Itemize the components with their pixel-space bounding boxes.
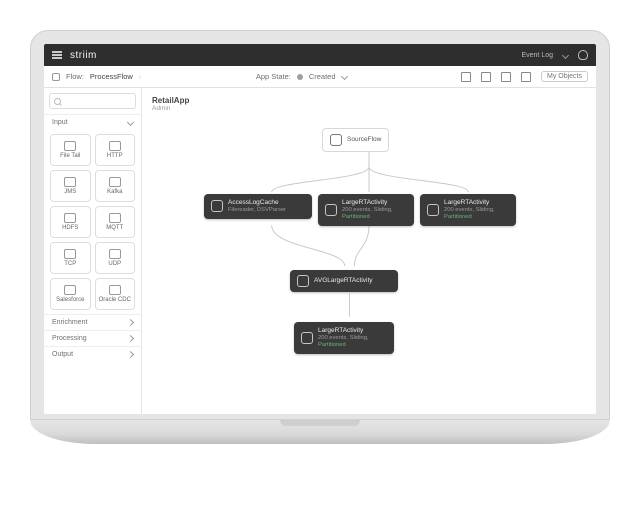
download-icon[interactable] <box>501 72 511 82</box>
flow-canvas[interactable]: RetailApp Admin <box>142 88 596 414</box>
component-salesforce[interactable]: Salesforce <box>50 278 91 310</box>
sidebar-section-output[interactable]: Output <box>44 346 141 362</box>
component-http[interactable]: HTTP <box>95 134 136 166</box>
search-input[interactable] <box>49 93 136 109</box>
chevron-right-icon <box>127 351 134 358</box>
topbar: striim Event Log <box>44 44 596 66</box>
settings-icon[interactable] <box>521 72 531 82</box>
menu-icon[interactable] <box>52 51 62 58</box>
window-icon <box>325 204 337 216</box>
bell-icon[interactable] <box>578 50 588 60</box>
window-icon <box>301 332 313 344</box>
app-owner: Admin <box>152 105 586 112</box>
laptop-base <box>30 420 610 444</box>
search-icon <box>54 98 61 105</box>
flow-name[interactable]: ProcessFlow <box>90 72 133 81</box>
udp-icon <box>109 249 121 259</box>
screen-bezel: striim Event Log Flow: ProcessFlow › App… <box>30 30 610 420</box>
node-avglargertactivity[interactable]: AVGLargeRTActivity <box>290 270 398 292</box>
chevron-right-icon <box>127 319 134 326</box>
sidebar-section-input[interactable]: Input <box>44 114 141 130</box>
component-grid: File Tail HTTP JMS Kafka HDFS MQTT TCP U… <box>44 130 141 314</box>
node-largertactivity-3[interactable]: LargeRTActivity 200 events, Sliding, Par… <box>294 322 394 354</box>
laptop-frame: striim Event Log Flow: ProcessFlow › App… <box>30 30 610 444</box>
component-tcp[interactable]: TCP <box>50 242 91 274</box>
component-filetail[interactable]: File Tail <box>50 134 91 166</box>
toolbar-icon-1[interactable] <box>461 72 471 82</box>
window-icon <box>427 204 439 216</box>
node-largertactivity-1[interactable]: LargeRTActivity 200 events, Sliding, Par… <box>318 194 414 226</box>
component-udp[interactable]: UDP <box>95 242 136 274</box>
component-hdfs[interactable]: HDFS <box>50 206 91 238</box>
chevron-right-icon <box>127 335 134 342</box>
app-screen: striim Event Log Flow: ProcessFlow › App… <box>44 44 596 414</box>
event-log-link[interactable]: Event Log <box>521 52 553 59</box>
flow-icon <box>52 73 60 81</box>
sidebar: Input File Tail HTTP JMS Kafka HDFS MQTT… <box>44 88 142 414</box>
toolbar-icon-2[interactable] <box>481 72 491 82</box>
kafka-icon <box>109 177 121 187</box>
flow-label: Flow: <box>66 72 84 81</box>
node-largertactivity-2[interactable]: LargeRTActivity 200 events, Sliding, Par… <box>420 194 516 226</box>
chevron-down-icon[interactable] <box>340 73 347 80</box>
node-accesslogcache[interactable]: AccessLogCache Filereader, DSVParser <box>204 194 312 219</box>
app-state-value[interactable]: Created <box>309 72 336 81</box>
brand-logo: striim <box>70 50 97 61</box>
oracle-icon <box>109 285 121 295</box>
component-oraclecdc[interactable]: Oracle CDC <box>95 278 136 310</box>
flow-icon <box>330 134 342 146</box>
flow-diagram: SourceFlow AccessLogCache Filereader, DS… <box>142 122 596 414</box>
file-icon <box>64 141 76 151</box>
tcp-icon <box>64 249 76 259</box>
sidebar-section-processing[interactable]: Processing <box>44 330 141 346</box>
chevron-down-icon <box>562 51 569 58</box>
jms-icon <box>64 177 76 187</box>
app-title: RetailApp <box>152 96 586 105</box>
connectors <box>142 122 596 414</box>
component-jms[interactable]: JMS <box>50 170 91 202</box>
cache-icon <box>211 200 223 212</box>
subbar: Flow: ProcessFlow › App State: Created M… <box>44 66 596 88</box>
component-mqtt[interactable]: MQTT <box>95 206 136 238</box>
main-area: Input File Tail HTTP JMS Kafka HDFS MQTT… <box>44 88 596 414</box>
sidebar-section-enrichment[interactable]: Enrichment <box>44 314 141 330</box>
cq-icon <box>297 275 309 287</box>
mqtt-icon <box>109 213 121 223</box>
node-sourceflow[interactable]: SourceFlow <box>322 128 389 152</box>
hdfs-icon <box>64 213 76 223</box>
breadcrumb-chevron-icon: › <box>139 72 142 81</box>
http-icon <box>109 141 121 151</box>
component-kafka[interactable]: Kafka <box>95 170 136 202</box>
chevron-down-icon <box>127 119 134 126</box>
status-dot-icon <box>297 74 303 80</box>
salesforce-icon <box>64 285 76 295</box>
my-objects-button[interactable]: My Objects <box>541 71 588 82</box>
app-state-label: App State: <box>256 72 291 81</box>
